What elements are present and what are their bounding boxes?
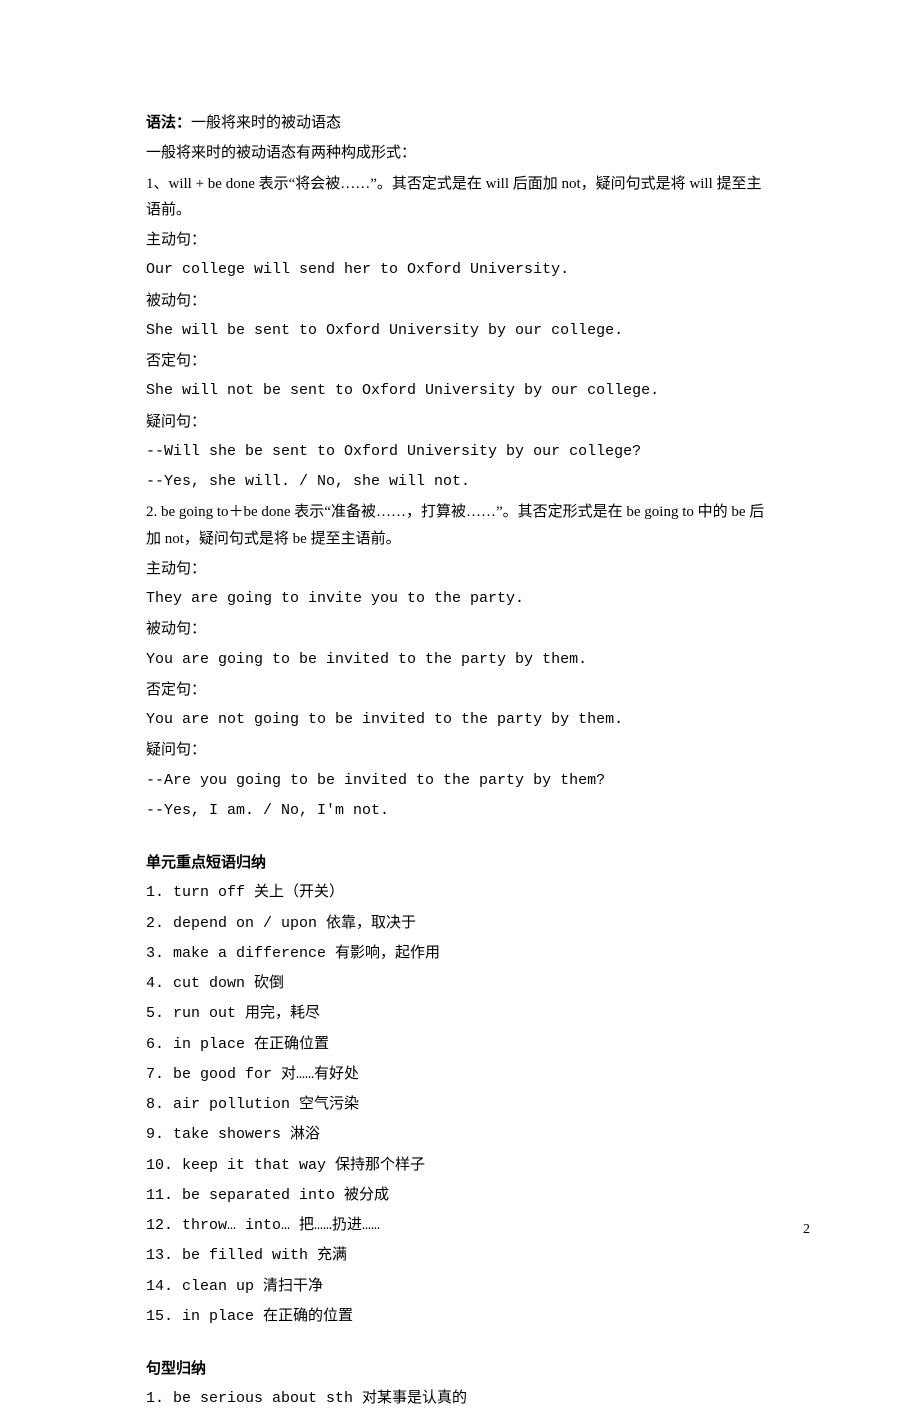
neg-label-2: 否定句： (146, 677, 774, 703)
page: 语法：一般将来时的被动语态 一般将来时的被动语态有两种构成形式： 1、will … (0, 0, 920, 1302)
rule2-passive: You are going to be invited to the party… (146, 647, 774, 673)
gap (146, 828, 774, 850)
active-label-1: 主动句： (146, 227, 774, 253)
phrase-item: 3. make a difference 有影响，起作用 (146, 941, 774, 967)
rule1-q: --Will she be sent to Oxford University … (146, 439, 774, 465)
phrases-heading: 单元重点短语归纳 (146, 850, 774, 876)
rule1-passive: She will be sent to Oxford University by… (146, 318, 774, 344)
grammar-intro: 一般将来时的被动语态有两种构成形式： (146, 140, 774, 166)
phrase-item: 15. in place 在正确的位置 (146, 1304, 774, 1330)
passive-label-1: 被动句： (146, 288, 774, 314)
grammar-rule1: 1、will + be done 表示“将会被……”。其否定式是在 will 后… (146, 171, 774, 224)
phrase-item: 11. be separated into 被分成 (146, 1183, 774, 1209)
grammar-title-prefix: 语法： (146, 115, 191, 131)
active-label-2: 主动句： (146, 556, 774, 582)
sentence-item: 1. be serious about sth 对某事是认真的 (146, 1386, 774, 1412)
neg-label-1: 否定句： (146, 348, 774, 374)
grammar-title-text: 一般将来时的被动语态 (191, 115, 341, 131)
phrase-item: 5. run out 用完，耗尽 (146, 1001, 774, 1027)
phrase-item: 7. be good for 对……有好处 (146, 1062, 774, 1088)
q-label-1: 疑问句： (146, 409, 774, 435)
phrase-item: 2. depend on / upon 依靠，取决于 (146, 911, 774, 937)
phrase-item: 14. clean up 清扫干净 (146, 1274, 774, 1300)
rule2-active: They are going to invite you to the part… (146, 586, 774, 612)
phrase-item: 10. keep it that way 保持那个样子 (146, 1153, 774, 1179)
rule2-q: --Are you going to be invited to the par… (146, 768, 774, 794)
phrase-item: 6. in place 在正确位置 (146, 1032, 774, 1058)
rule2-neg: You are not going to be invited to the p… (146, 707, 774, 733)
sentences-heading: 句型归纳 (146, 1356, 774, 1382)
rule1-a: --Yes, she will. / No, she will not. (146, 469, 774, 495)
phrases-list: 1. turn off 关上（开关） 2. depend on / upon 依… (146, 880, 774, 1330)
phrase-item: 12. throw… into… 把……扔进…… (146, 1213, 774, 1239)
rule1-neg: She will not be sent to Oxford Universit… (146, 378, 774, 404)
phrase-item: 1. turn off 关上（开关） (146, 880, 774, 906)
grammar-rule2: 2. be going to＋be done 表示“准备被……，打算被……”。其… (146, 499, 774, 552)
rule2-a: --Yes, I am. / No, I'm not. (146, 798, 774, 824)
q-label-2: 疑问句： (146, 737, 774, 763)
phrase-item: 9. take showers 淋浴 (146, 1122, 774, 1148)
rule1-active: Our college will send her to Oxford Univ… (146, 257, 774, 283)
page-number: 2 (803, 1218, 810, 1243)
phrase-item: 13. be filled with 充满 (146, 1243, 774, 1269)
passive-label-2: 被动句： (146, 616, 774, 642)
phrase-item: 4. cut down 砍倒 (146, 971, 774, 997)
sentences-list: 1. be serious about sth 对某事是认真的 (146, 1386, 774, 1412)
phrase-item: 8. air pollution 空气污染 (146, 1092, 774, 1118)
gap (146, 1334, 774, 1356)
grammar-title: 语法：一般将来时的被动语态 (146, 110, 774, 136)
